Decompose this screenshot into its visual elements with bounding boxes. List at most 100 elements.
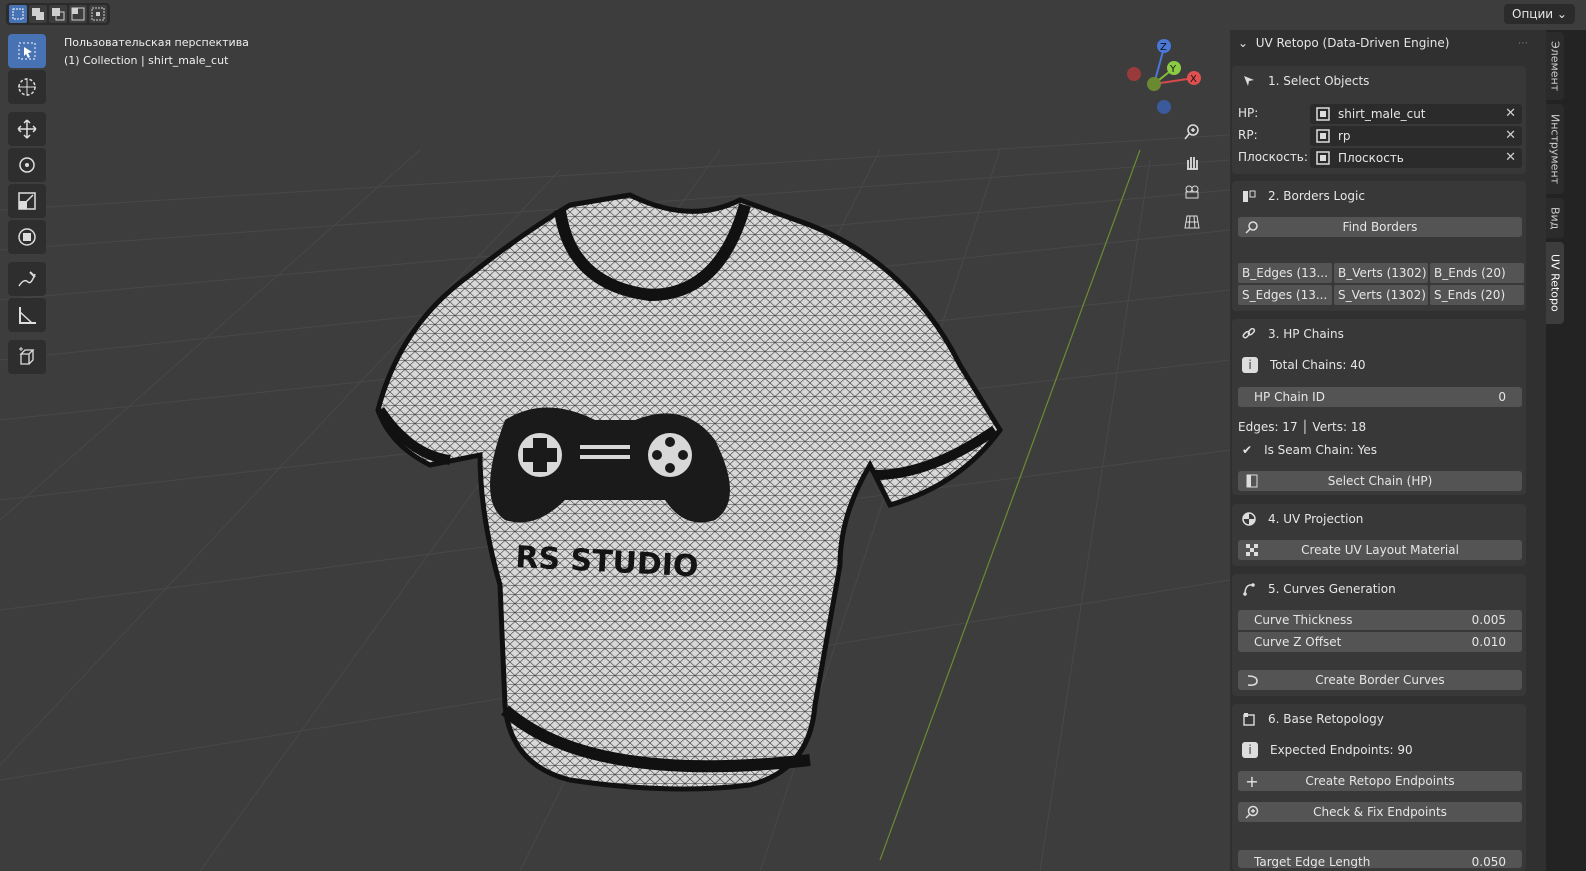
border-selection-grid: B_Edges (13... B_Verts (1302) B_Ends (20… [1238,263,1524,305]
select-chain-button[interactable]: Select Chain (HP) [1238,471,1522,491]
selection-modes [6,3,110,25]
rp-label: RP: [1238,128,1258,142]
section-title: 1. Select Objects [1268,74,1370,88]
select-chain-icon [1244,473,1260,489]
scale-icon[interactable] [8,184,46,218]
tab-tool[interactable]: Инструмент [1546,104,1564,194]
create-border-curves-label: Create Border Curves [1315,673,1445,687]
rotate-icon[interactable] [8,148,46,182]
checkmark-icon: ✔ [1242,443,1253,457]
hp-chain-id-value: 0 [1498,390,1506,404]
viewport-nav-buttons [1178,118,1206,238]
uv-retopo-panel: ⌄ UV Retopo (Data-Driven Engine) ⋯ 1. Se… [1230,30,1546,871]
tab-uv-retopo[interactable]: UV Retopo [1546,242,1564,324]
retopo-icon [1240,710,1258,728]
curve-hook-icon [1244,672,1260,688]
select-intersect-icon[interactable] [89,5,107,23]
create-retopo-endpoints-button[interactable]: + Create Retopo Endpoints [1238,771,1522,791]
section-curves-generation: 5. Curves Generation Curve Thickness 0.0… [1232,574,1526,696]
navigation-gizmo[interactable]: Z Y X [1124,36,1204,116]
panel-header[interactable]: ⌄ UV Retopo (Data-Driven Engine) [1238,36,1449,50]
expected-endpoints-text: Expected Endpoints: 90 [1270,743,1413,757]
create-border-curves-button[interactable]: Create Border Curves [1238,670,1522,690]
select-subtract-icon[interactable] [49,5,67,23]
expected-endpoints-row: i Expected Endpoints: 90 [1238,738,1524,762]
create-retopo-endpoints-label: Create Retopo Endpoints [1305,774,1455,788]
tab-item[interactable]: Элемент [1546,32,1564,100]
check-fix-endpoints-button[interactable]: Check & Fix Endpoints [1238,802,1522,822]
select-extend-icon[interactable] [29,5,47,23]
view-name: Пользовательская перспектива [64,36,249,49]
pan-hand-icon[interactable] [1178,148,1206,176]
perspective-toggle-icon[interactable] [1178,208,1206,236]
section-uv-projection: 4. UV Projection Create UV Layout Materi… [1232,504,1526,566]
clear-rp-icon[interactable]: ✕ [1505,128,1516,143]
curve-icon [1240,580,1258,598]
section-title: 6. Base Retopology [1268,712,1384,726]
plus-icon: + [1245,771,1259,791]
shirt-model[interactable]: RS STUDIO [370,185,1010,795]
select-chain-label: Select Chain (HP) [1327,474,1433,488]
curve-z-offset-field[interactable]: Curve Z Offset 0.010 [1238,632,1522,652]
curve-thickness-value: 0.005 [1471,613,1506,627]
plane-value: Плоскость [1338,151,1404,165]
search-icon [1244,219,1260,235]
chevron-down-icon: ⌄ [1556,7,1567,21]
s-ends-button[interactable]: S_Ends (20) [1430,285,1524,305]
section-title: 2. Borders Logic [1268,189,1365,203]
measure-icon[interactable] [8,298,46,332]
rp-object-field[interactable]: rp ✕ [1310,126,1522,146]
select-invert-icon[interactable] [69,5,87,23]
curve-z-offset-label: Curve Z Offset [1254,635,1342,649]
transform-icon[interactable] [8,220,46,254]
tab-view[interactable]: Вид [1546,198,1564,238]
annotate-icon[interactable] [8,262,46,296]
total-chains-row: i Total Chains: 40 [1238,353,1524,377]
gizmo-z-label: Z [1160,42,1167,53]
drag-handle-icon[interactable]: ⋯ [1518,38,1528,49]
find-borders-button[interactable]: Find Borders [1238,217,1522,237]
curve-thickness-field[interactable]: Curve Thickness 0.005 [1238,610,1522,630]
add-cube-icon[interactable] [8,340,46,374]
sidebar-tabs: Элемент Инструмент Вид UV Retopo [1546,30,1586,871]
zoom-in-icon [1244,804,1260,820]
create-uv-material-label: Create UV Layout Material [1301,543,1459,557]
3d-viewport[interactable]: RS STUDIO [0,0,1230,871]
section-title: 3. HP Chains [1268,327,1344,341]
section-title: 4. UV Projection [1268,512,1364,526]
create-uv-material-button[interactable]: Create UV Layout Material [1238,540,1522,560]
b-ends-button[interactable]: B_Ends (20) [1430,263,1524,283]
clear-hp-icon[interactable]: ✕ [1505,106,1516,121]
checker-icon [1244,542,1260,558]
section-borders-logic: 2. Borders Logic Find Borders B_Edges (1… [1232,181,1526,311]
options-label: Опции [1512,7,1554,21]
move-icon[interactable] [8,112,46,146]
plane-object-field[interactable]: Плоскость ✕ [1310,148,1522,168]
hp-value: shirt_male_cut [1338,107,1426,121]
target-edge-length-value: 0.050 [1471,855,1506,868]
target-edge-length-field[interactable]: Target Edge Length 0.050 [1238,850,1522,868]
s-edges-button[interactable]: S_Edges (13... [1238,285,1332,305]
find-borders-label: Find Borders [1342,220,1418,234]
info-icon: i [1242,742,1258,758]
rp-value: rp [1338,129,1351,143]
s-verts-button[interactable]: S_Verts (1302) [1334,285,1428,305]
zoom-icon[interactable] [1178,118,1206,146]
cursor-icon[interactable] [8,70,46,104]
clear-plane-icon[interactable]: ✕ [1505,150,1516,165]
b-verts-button[interactable]: B_Verts (1302) [1334,263,1428,283]
camera-view-icon[interactable] [1178,178,1206,206]
hp-chain-id-field[interactable]: HP Chain ID 0 [1238,387,1522,407]
cursor-arrow-icon [1240,72,1258,90]
gizmo-x-label: X [1190,74,1197,85]
curve-z-offset-value: 0.010 [1471,635,1506,649]
select-box-icon[interactable] [8,34,46,68]
hp-chain-id-label: HP Chain ID [1254,390,1325,404]
options-dropdown[interactable]: Опции ⌄ [1504,4,1575,24]
section-hp-chains: 3. HP Chains i Total Chains: 40 HP Chain… [1232,319,1526,495]
hp-object-field[interactable]: shirt_male_cut ✕ [1310,104,1522,124]
chevron-down-icon: ⌄ [1238,36,1249,50]
b-edges-button[interactable]: B_Edges (13... [1238,263,1332,283]
curve-thickness-label: Curve Thickness [1254,613,1353,627]
select-new-icon[interactable] [9,5,27,23]
